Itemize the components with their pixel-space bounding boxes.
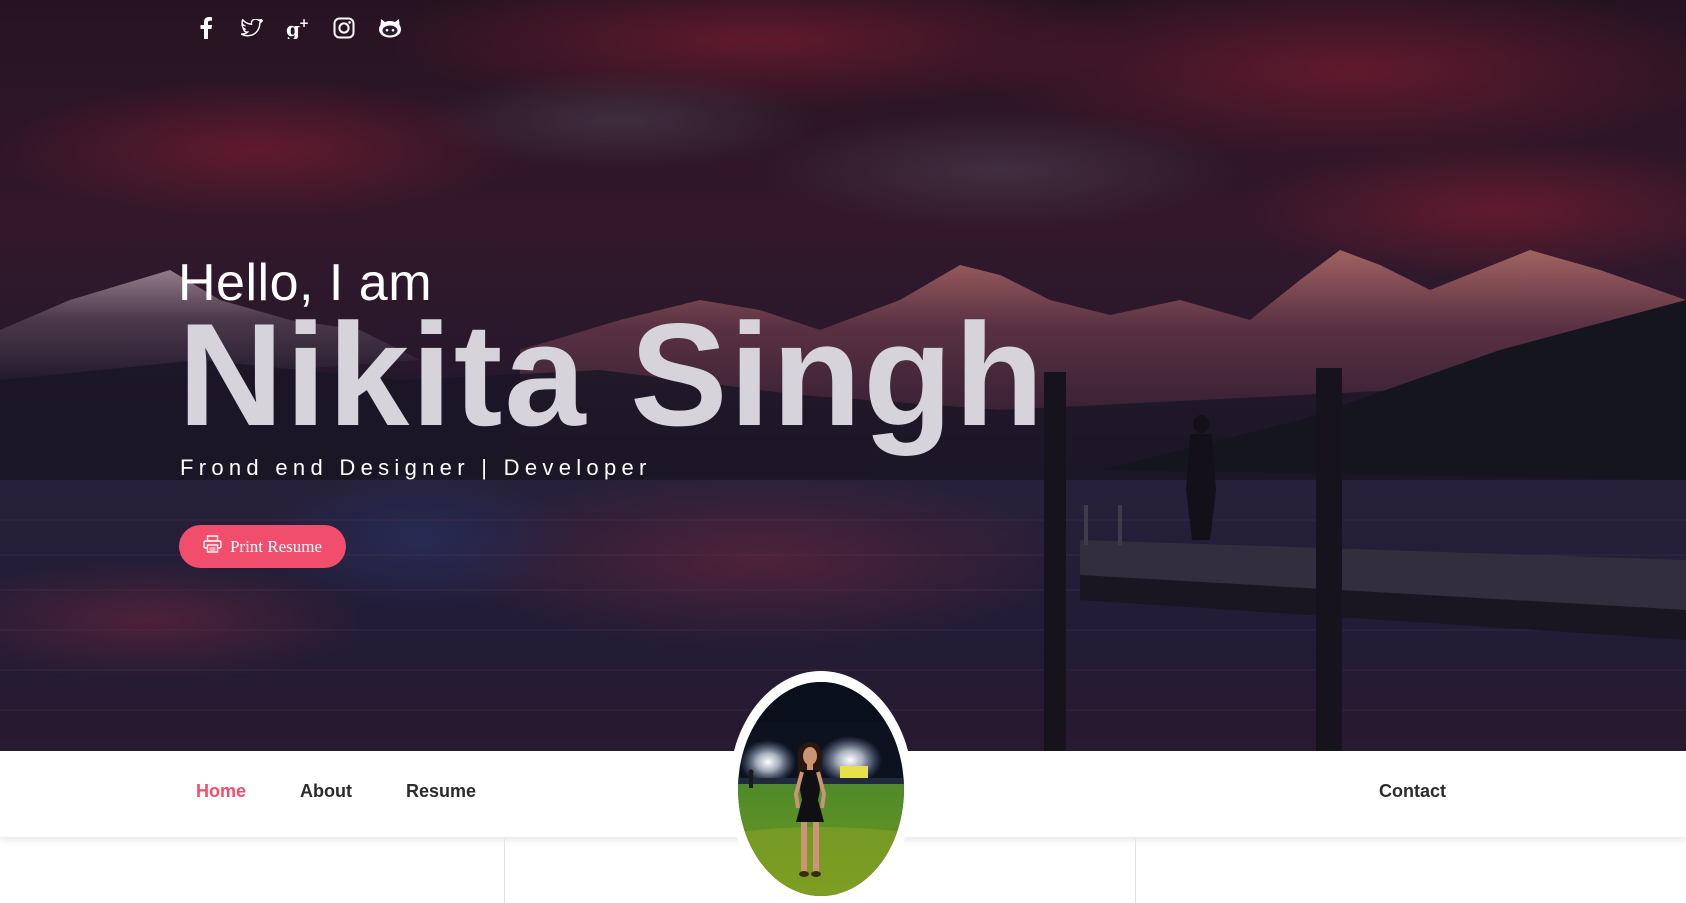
google-plus-icon[interactable]: g + — [284, 14, 311, 41]
hero-section: g + Hello, I am Nikita Singh Frond end De… — [0, 0, 1686, 751]
nav-item-home[interactable]: Home — [196, 781, 246, 802]
nav-item-about[interactable]: About — [300, 781, 352, 802]
profile-photo — [738, 682, 904, 896]
column-divider — [504, 839, 505, 903]
column-divider — [1135, 839, 1136, 903]
instagram-icon[interactable] — [330, 14, 357, 41]
hero-tagline: Frond end Designer | Developer — [180, 455, 652, 480]
facebook-icon[interactable] — [192, 14, 219, 41]
twitter-icon[interactable] — [238, 14, 265, 41]
svg-text:+: + — [299, 17, 309, 30]
github-icon[interactable] — [376, 14, 403, 41]
printer-icon — [203, 535, 222, 558]
profile-avatar — [729, 671, 913, 903]
print-resume-button[interactable]: Print Resume — [179, 525, 346, 568]
print-resume-label: Print Resume — [229, 536, 323, 556]
nav-item-contact[interactable]: Contact — [1379, 781, 1446, 802]
nav-item-resume[interactable]: Resume — [406, 781, 476, 802]
hero-name: Nikita Singh — [178, 293, 1046, 456]
svg-text:g: g — [286, 17, 300, 39]
social-links: g + — [192, 14, 403, 41]
